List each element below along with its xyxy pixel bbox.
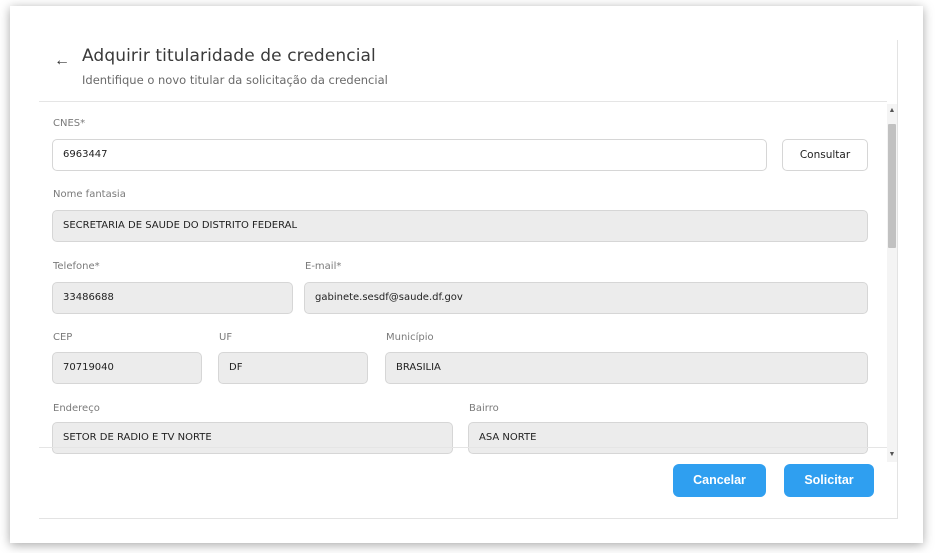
telefone-label: Telefone* bbox=[53, 261, 100, 272]
nome-fantasia-label: Nome fantasia bbox=[53, 189, 126, 200]
bairro-label: Bairro bbox=[469, 403, 499, 414]
cnes-label: CNES* bbox=[53, 118, 86, 129]
bairro-field: ASA NORTE bbox=[468, 422, 868, 454]
scroll-thumb[interactable] bbox=[888, 124, 896, 248]
divider bbox=[39, 101, 887, 102]
cep-label: CEP bbox=[53, 332, 73, 343]
scroll-down-arrow-icon[interactable]: ▼ bbox=[887, 450, 897, 460]
divider bbox=[39, 447, 887, 448]
nome-fantasia-field: SECRETARIA DE SAUDE DO DISTRITO FEDERAL bbox=[52, 210, 868, 242]
email-field: gabinete.sesdf@saude.df.gov bbox=[304, 282, 868, 314]
endereco-label: Endereço bbox=[53, 403, 100, 414]
submit-button[interactable]: Solicitar bbox=[784, 464, 874, 497]
uf-label: UF bbox=[219, 332, 233, 343]
arrow-left-icon[interactable]: ← bbox=[53, 52, 71, 70]
page-title: Adquirir titularidade de credencial bbox=[82, 46, 376, 66]
municipio-label: Município bbox=[386, 332, 434, 343]
endereco-field: SETOR DE RADIO E TV NORTE bbox=[52, 422, 453, 454]
municipio-field: BRASILIA bbox=[385, 352, 868, 384]
consultar-button[interactable]: Consultar bbox=[782, 139, 868, 171]
cancel-button[interactable]: Cancelar bbox=[673, 464, 766, 497]
scrollbar[interactable]: ▲ ▼ bbox=[887, 104, 897, 462]
uf-field: DF bbox=[218, 352, 368, 384]
cnes-input[interactable]: 6963447 bbox=[52, 139, 767, 171]
scroll-up-arrow-icon[interactable]: ▲ bbox=[887, 106, 897, 116]
email-label: E-mail* bbox=[305, 261, 342, 272]
cep-field: 70719040 bbox=[52, 352, 202, 384]
telefone-field: 33486688 bbox=[52, 282, 293, 314]
page-subtitle: Identifique o novo titular da solicitaçã… bbox=[82, 73, 388, 87]
